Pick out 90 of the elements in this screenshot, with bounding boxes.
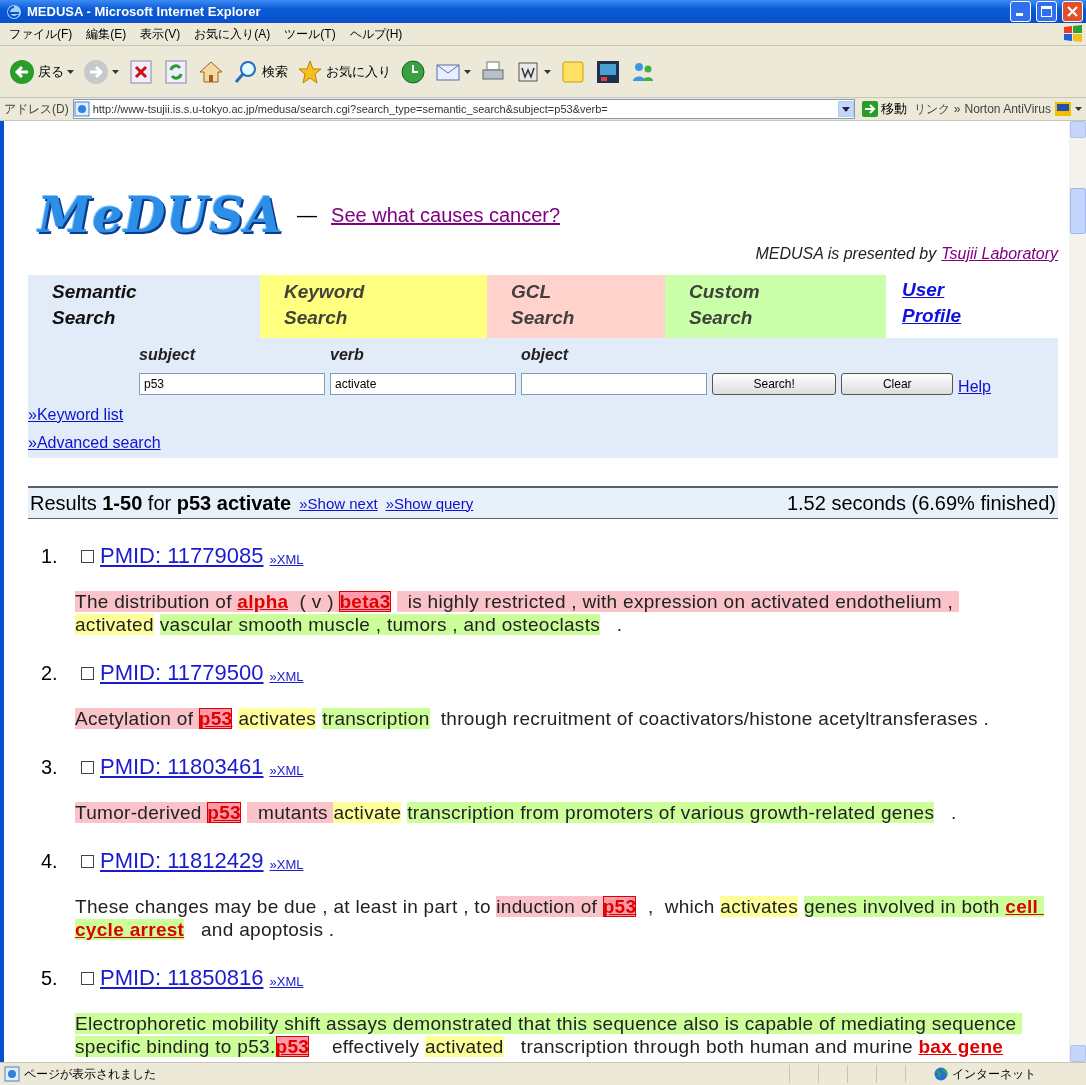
search-tab[interactable]: Custom Search [665,275,886,338]
zone-text: インターネット [952,1065,1037,1083]
result-number: 3. [41,755,59,779]
help-link[interactable]: Help [958,378,1058,396]
note-icon [560,58,586,85]
lab-link[interactable]: Tsujii Laboratory [941,245,1058,263]
norton-label[interactable]: Norton AntiVirus [964,102,1051,116]
side-link[interactable]: »Keyword list [28,406,124,424]
pmid-link[interactable]: PMID: 11779085 [100,543,264,569]
query-field[interactable]: activate [330,373,516,395]
back-button[interactable]: 戻る [6,56,77,87]
menu-item[interactable]: 表示(V) [133,23,188,45]
result-checkbox[interactable] [81,760,94,774]
result-number: 1. [41,544,59,568]
result-number: 4. [41,849,59,873]
monitor-icon [595,58,621,85]
close-button[interactable] [1062,1,1083,22]
address-label: アドレス(D) [4,100,69,118]
field-label: verb [330,346,365,364]
result-checkbox[interactable] [81,549,94,563]
star-icon [297,58,323,85]
caret-icon [1075,107,1082,111]
result-checkbox[interactable] [81,854,94,868]
xml-link[interactable]: »XML [269,856,304,872]
page-icon [4,1066,20,1082]
credit-text: MEDUSA is presented by [755,245,937,263]
refresh-icon [163,58,189,85]
search-icon [233,58,259,85]
result-sentence: The distribution of alpha ( v ) beta3 is highly restricted , with expression on activated endothelium , activated vascular smooth muscle , tumors , and osteoclasts . [75,590,1047,636]
side-link[interactable]: »Advanced search [28,434,161,452]
menu-item[interactable]: お気に入り(A) [187,23,278,45]
address-field[interactable]: http://www-tsujii.is.s.u-tokyo.ac.jp/medusa/search.cgi?search_type=semantic_search&subject=p53&verb= [72,99,855,119]
go-arrow-icon [861,101,878,117]
status-text: ページが表示されました [24,1065,156,1083]
xml-link[interactable]: »XML [269,973,304,989]
pmid-link[interactable]: PMID: 11850816 [100,965,264,991]
search-tab[interactable]: Keyword Search [260,275,487,338]
tagline-link[interactable]: See what causes cancer? [331,203,561,227]
xml-link[interactable]: »XML [269,668,304,684]
browser-icon [6,3,22,20]
menu-item[interactable]: ツール(T) [277,23,343,45]
pmid-link[interactable]: PMID: 11779500 [100,660,264,686]
result-checkbox[interactable] [81,971,94,985]
field-label: subject [139,346,197,364]
dropdown-button[interactable] [837,101,854,117]
windows-logo-icon [1062,24,1084,44]
query-field[interactable]: p53 [139,373,325,395]
results-link[interactable]: »Show next [299,494,378,512]
window-title: MEDUSA - Microsoft Internet Explorer [27,4,262,19]
scrollbar[interactable] [1069,121,1086,1062]
go-button[interactable]: 移動 [858,98,910,120]
medusa-logo: MeDUSA [38,187,284,243]
globe-icon [934,1067,948,1081]
query-field[interactable] [521,373,707,395]
menu-item[interactable]: ファイル(F) [2,23,80,45]
more-chevron[interactable]: » [953,102,961,116]
caret-icon [841,106,850,112]
results-summary: Results 1-50 for p53 activate [30,491,292,515]
search-button[interactable]: 検索 [230,56,291,87]
timing-text: 1.52 seconds (6.69% finished) [786,491,1056,515]
pmid-link[interactable]: PMID: 11803461 [100,754,264,780]
result-sentence: Tumor-derived p53 mutants activate transcription from promoters of various growth-related genes . [75,801,958,824]
result-sentence: Acetylation of p53 activates transcription through recruitment of coactivators/histone acetyltransferases . [75,707,990,730]
search-tab[interactable]: GCL Search [487,275,665,338]
search-tab[interactable]: Semantic Search [28,275,260,338]
profile-link[interactable]: User Profile [886,275,1018,331]
result-number: 2. [41,661,59,685]
result-number: 5. [41,966,59,990]
favorites-button[interactable]: お気に入り [294,56,394,87]
pmid-link[interactable]: PMID: 11812429 [100,848,264,874]
result-checkbox[interactable] [81,666,94,680]
form-button[interactable]: Clear [841,373,954,395]
xml-link[interactable]: »XML [269,551,304,567]
clock-icon [400,58,426,85]
page-icon [73,101,90,117]
field-label: object [521,346,570,364]
shield-icon [1055,102,1071,116]
results-link[interactable]: »Show query [385,494,474,512]
close-icon [1067,6,1078,17]
dash: — [297,203,318,227]
result-sentence: These changes may be due , at least in part , to induction of p53 , which activates genes involved in both cell cycle arrest and apoptosis . [75,895,1047,941]
xml-link[interactable]: »XML [269,762,304,778]
maximize-icon [1041,6,1052,17]
stop-icon [128,58,154,85]
links-label[interactable]: リンク [913,100,950,118]
maximize-button[interactable] [1036,1,1057,22]
form-button[interactable]: Search! [712,373,837,395]
minimize-button[interactable] [1010,1,1031,22]
menu-item[interactable]: ヘルプ(H) [342,23,410,45]
menu-item[interactable]: 編集(E) [79,23,134,45]
